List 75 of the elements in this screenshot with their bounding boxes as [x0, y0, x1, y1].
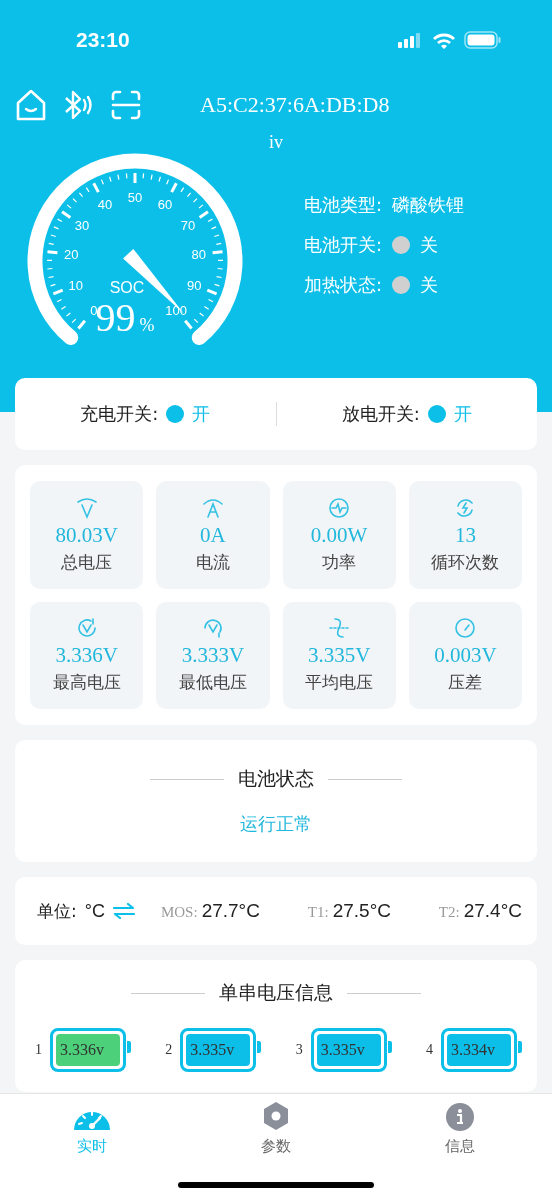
tab[interactable]: 信息	[415, 1100, 505, 1156]
gauge-scale-label: 40	[97, 197, 113, 213]
gauge-scale-label: 60	[157, 197, 173, 213]
sensor-value: 27.7°C	[201, 900, 260, 921]
swap-icon[interactable]	[112, 903, 135, 919]
metric-label: 压差	[448, 671, 483, 695]
metric-value: 0.003V	[434, 643, 497, 669]
gauge-scale-label: 80	[191, 247, 206, 263]
sensor-label: T1:	[307, 904, 329, 920]
battery-status-value: 运行正常	[240, 812, 312, 836]
gauge-scale-label: 10	[68, 277, 83, 293]
sensor-value: 27.5°C	[332, 900, 391, 921]
cell-index: 2	[165, 1042, 173, 1058]
metric-value: 3.335V	[307, 643, 371, 669]
switch-label: 充电开关:	[80, 402, 159, 426]
device-address: A5:C2:37:6A:DB:D8	[200, 92, 390, 118]
status-time: 23:10	[76, 28, 130, 52]
metric-value: 0.00W	[310, 522, 368, 548]
dial-icon	[453, 616, 478, 641]
switch-value: 开	[192, 402, 211, 426]
metric-value: 3.336V	[55, 643, 118, 669]
wifi-icon	[432, 31, 456, 49]
cell-index: 1	[35, 1042, 42, 1058]
gauge-label: SOC	[109, 279, 145, 296]
metric-label: 循环次数	[431, 550, 500, 574]
sensor-label: MOS:	[160, 904, 198, 920]
scan-icon[interactable]	[110, 89, 142, 121]
metric-label: 功率	[322, 550, 357, 574]
switch-indicator[interactable]	[166, 405, 185, 423]
unit-label: 单位:	[37, 899, 77, 923]
metric-value: 0A	[200, 522, 226, 548]
battery-icon	[464, 31, 502, 49]
wave-icon	[327, 616, 352, 641]
metric-label: 最高电压	[52, 671, 121, 695]
info-label: 电池开关:	[304, 233, 383, 257]
cell-voltage: 3.335v	[186, 1034, 251, 1066]
info-label: 加热状态:	[304, 273, 383, 297]
voltage-icon	[74, 495, 99, 520]
sensor-value: 27.4°C	[463, 900, 522, 921]
metric-value: 3.333V	[181, 643, 245, 669]
gauge-scale-label: 0	[90, 303, 98, 319]
switch-label: 放电开关:	[341, 402, 420, 426]
metric-value: 13	[454, 522, 476, 548]
cell-index: 3	[295, 1042, 303, 1058]
sensor-label: T2:	[438, 904, 460, 920]
switch-value: 关	[420, 233, 439, 257]
switch-indicator[interactable]	[427, 405, 446, 423]
home-icon[interactable]	[14, 88, 48, 122]
gauge-scale-label: 30	[74, 218, 90, 234]
gauge-scale-label: 20	[64, 247, 79, 263]
cell-voltage: 3.336v	[56, 1034, 120, 1066]
info-label: 电池类型:	[304, 193, 383, 217]
switch-value: 关	[420, 273, 439, 297]
metric-label: 总电压	[61, 550, 113, 574]
device-subtitle: iv	[268, 132, 284, 153]
pulse-icon	[327, 495, 352, 520]
tab[interactable]: 参数	[231, 1100, 321, 1156]
info-value: 磷酸铁锂	[392, 193, 465, 217]
unit-value: °C	[84, 900, 105, 922]
cell-voltage: 3.334v	[447, 1034, 511, 1066]
metric-value: 80.03V	[55, 522, 118, 548]
metric-label: 电流	[195, 550, 230, 574]
section-title: 电池状态	[238, 766, 314, 791]
cell-voltage: 3.335v	[316, 1034, 381, 1066]
gauge-scale-label: 100	[165, 303, 187, 319]
gauge-scale-label: 50	[127, 190, 143, 205]
metric-label: 最低电压	[178, 671, 247, 695]
gauge-scale-label: 70	[180, 218, 196, 234]
gauge-scale-label: 90	[187, 277, 202, 293]
section-title: 单串电压信息	[219, 980, 333, 1005]
cell-index: 4	[426, 1042, 433, 1058]
info-icon	[446, 1103, 474, 1131]
switch-value: 开	[453, 402, 472, 426]
metric-label: 平均电压	[305, 671, 374, 695]
settings-icon	[261, 1101, 291, 1131]
